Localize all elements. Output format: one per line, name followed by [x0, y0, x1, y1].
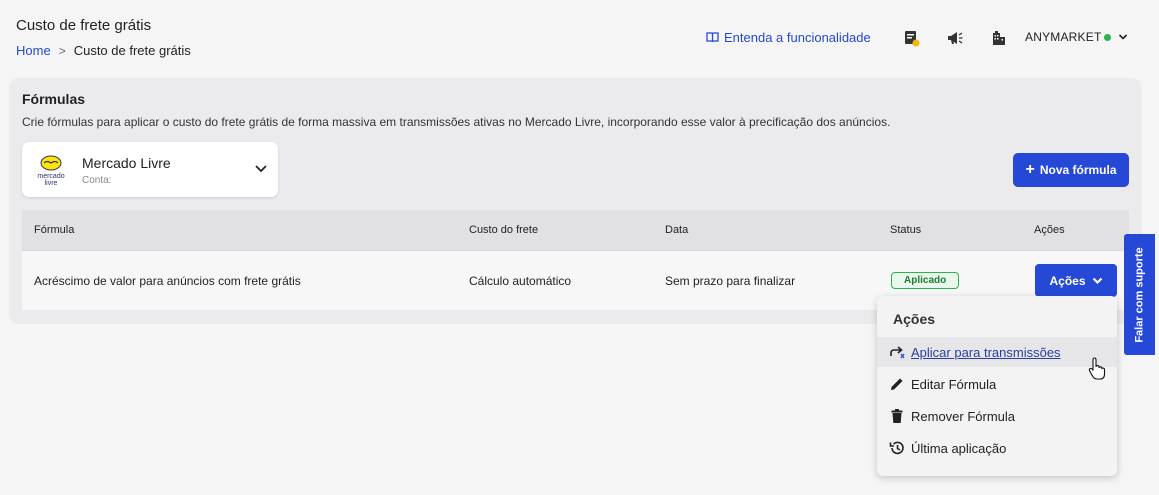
menu-item-last-application[interactable]: Última aplicação — [877, 433, 1117, 463]
hand-pointer-cursor-icon — [1088, 357, 1106, 380]
panel-description: Crie fórmulas para aplicar o custo do fr… — [22, 115, 891, 129]
logo-text-top: mercado — [37, 173, 64, 180]
history-icon — [889, 441, 904, 455]
mercado-livre-logo: mercado livre — [37, 155, 65, 187]
chevron-down-icon — [1119, 34, 1128, 40]
logo-text-bottom: livre — [45, 180, 58, 187]
menu-item-apply-transmissions[interactable]: Aplicar para transmissões — [877, 337, 1117, 367]
billing-alert-icon[interactable] — [903, 29, 921, 47]
breadcrumb-current: Custo de frete grátis — [73, 43, 191, 58]
account-name: ANYMARKET — [1025, 30, 1102, 44]
header-date: Data — [665, 224, 689, 236]
actions-button-label: Ações — [1049, 273, 1086, 288]
trash-icon — [891, 409, 903, 423]
menu-item-label: Editar Fórmula — [911, 376, 997, 392]
menu-item-label: Última aplicação — [911, 440, 1007, 456]
breadcrumb-home[interactable]: Home — [16, 43, 51, 58]
cell-date: Sem prazo para finalizar — [665, 274, 796, 288]
breadcrumb: Home > Custo de frete grátis — [16, 43, 191, 58]
plus-icon: + — [1025, 161, 1035, 178]
formulas-table: Fórmula Custo do frete Data Status Ações… — [22, 210, 1129, 310]
book-icon — [706, 32, 719, 43]
status-badge: Aplicado — [891, 272, 960, 289]
header-actions: Ações — [1034, 224, 1065, 236]
support-tab-label: Falar com suporte — [1133, 246, 1146, 343]
marketplace-select[interactable]: mercado livre Mercado Livre Conta: — [22, 142, 278, 197]
megaphone-icon[interactable] — [946, 29, 964, 47]
new-formula-button[interactable]: + Nova fórmula — [1013, 153, 1129, 187]
marketplace-account-label: Conta: — [82, 175, 112, 186]
chevron-down-icon — [1092, 277, 1102, 284]
help-link[interactable]: Entenda a funcionalidade — [706, 30, 871, 45]
support-tab[interactable]: Falar com suporte — [1124, 234, 1155, 355]
breadcrumb-separator: > — [58, 43, 66, 58]
menu-item-label: Remover Fórmula — [911, 408, 1016, 424]
menu-item-edit-formula[interactable]: Editar Fórmula — [877, 369, 1117, 399]
formulas-panel: Fórmulas Crie fórmulas para aplicar o cu… — [9, 78, 1142, 324]
actions-dropdown: Ações Aplicar para transmissões Editar F… — [877, 296, 1117, 476]
actions-button[interactable]: Ações — [1035, 264, 1117, 297]
new-formula-label: Nova fórmula — [1039, 163, 1117, 177]
pencil-icon — [891, 378, 903, 390]
chevron-down-icon — [255, 165, 267, 173]
header-shipping-cost: Custo do frete — [469, 224, 539, 236]
share-arrow-icon — [890, 346, 905, 359]
dropdown-title: Ações — [893, 311, 936, 327]
menu-item-label: Aplicar para transmissões — [911, 344, 1061, 360]
table-header: Fórmula Custo do frete Data Status Ações — [22, 210, 1129, 250]
header-status: Status — [890, 224, 922, 236]
cell-shipping-cost: Cálculo automático — [469, 274, 572, 288]
page-title: Custo de frete grátis — [16, 17, 152, 34]
header-formula: Fórmula — [34, 224, 75, 236]
company-building-icon[interactable] — [990, 29, 1008, 47]
marketplace-name: Mercado Livre — [82, 155, 171, 171]
online-status-dot — [1104, 33, 1112, 41]
panel-title: Fórmulas — [22, 91, 86, 107]
cell-formula: Acréscimo de valor para anúncios com fre… — [34, 274, 301, 288]
help-link-label: Entenda a funcionalidade — [724, 30, 871, 45]
menu-item-remove-formula[interactable]: Remover Fórmula — [877, 401, 1117, 431]
account-menu[interactable]: ANYMARKET — [1025, 30, 1128, 44]
